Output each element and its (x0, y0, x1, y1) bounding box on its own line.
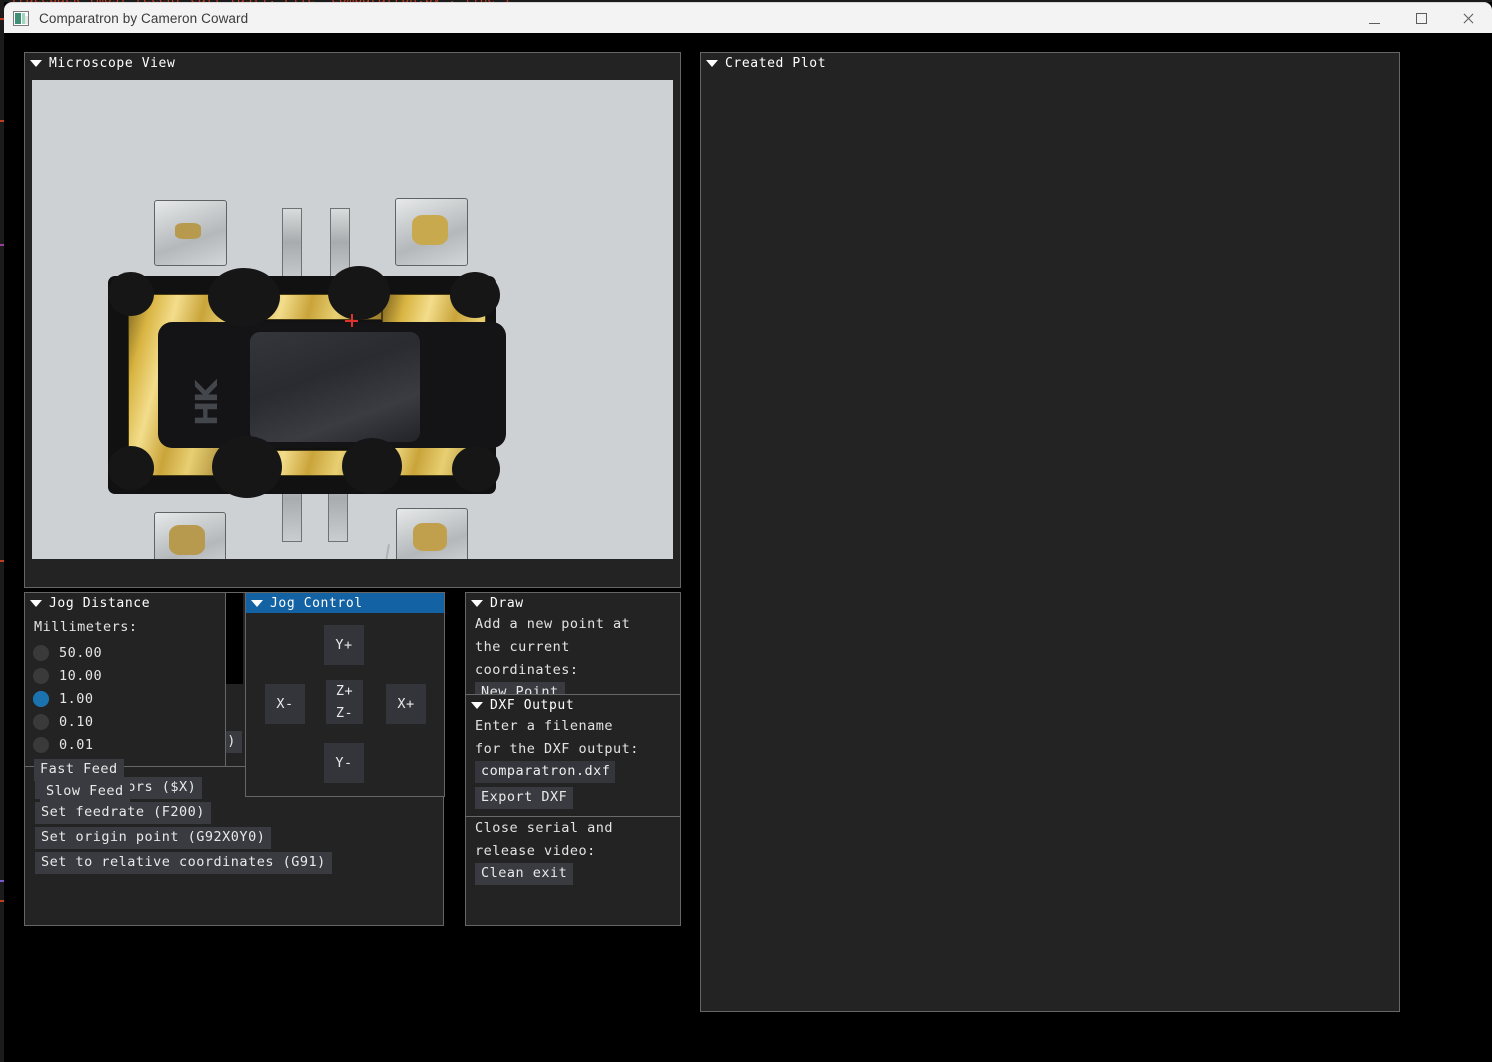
draw-title: Draw (490, 595, 524, 611)
dxf-output-body: Enter a filename for the DXF output: Exp… (466, 715, 680, 885)
jog-distance-header[interactable]: Jog Distance (25, 593, 225, 613)
maximize-button[interactable] (1398, 3, 1445, 34)
set-feedrate-button[interactable]: Set feedrate (F200) (35, 802, 211, 824)
millimeters-label: Millimeters: (34, 619, 138, 635)
application-window: Comparatron by Cameron Coward Microscope… (4, 2, 1492, 1062)
radio-icon (33, 644, 49, 661)
jog-x-plus-button[interactable]: X+ (386, 684, 426, 724)
jog-distance-panel: Jog Distance Millimeters: 50.00 10.00 1.… (24, 592, 226, 803)
jog-distance-option-label: 0.10 (59, 713, 94, 730)
draw-panel: Draw Add a new point at the current coor… (465, 592, 681, 704)
jog-control-body: Y+ X- X+ Y- Z+ Z- (246, 613, 444, 796)
created-plot-title: Created Plot (725, 55, 827, 71)
title-bar: Comparatron by Cameron Coward (4, 2, 1492, 33)
maximize-icon (1416, 12, 1427, 24)
application-body: Microscope View HK Created Plot Jog Dist… (4, 33, 1492, 1062)
window-controls (1351, 3, 1492, 34)
jog-z-minus-button[interactable]: Z- (326, 702, 363, 724)
radio-icon-selected (33, 690, 49, 707)
dxf-output-panel: DXF Output Enter a filename for the DXF … (465, 694, 681, 926)
close-icon (1463, 13, 1474, 24)
set-relative-coordinates-button[interactable]: Set to relative coordinates (G91) (35, 852, 332, 874)
jog-control-title: Jog Control (270, 595, 363, 611)
triangle-down-icon (706, 59, 718, 67)
triangle-down-icon (251, 599, 263, 607)
triangle-down-icon (30, 599, 42, 607)
jog-distance-option-0-10[interactable]: 0.10 (25, 710, 225, 733)
created-plot-canvas[interactable] (702, 74, 1398, 1010)
jog-distance-option-label: 10.00 (59, 667, 103, 684)
jog-distance-option-label: 50.00 (59, 644, 103, 661)
dxf-instruction-line-1: Enter a filename (475, 718, 614, 734)
jog-y-plus-button[interactable]: Y+ (324, 625, 364, 665)
jog-distance-option-10[interactable]: 10.00 (25, 664, 225, 687)
dxf-instruction-line-2: for the DXF output: (475, 741, 639, 757)
dxf-filename-input[interactable] (475, 761, 615, 783)
jog-distance-option-0-01[interactable]: 0.01 (25, 733, 225, 756)
jog-control-header[interactable]: Jog Control (246, 593, 444, 613)
draw-header[interactable]: Draw (466, 593, 680, 613)
radio-icon (33, 713, 49, 730)
triangle-down-icon (471, 599, 483, 607)
draw-body: Add a new point at the current coordinat… (466, 613, 680, 704)
jog-distance-option-1[interactable]: 1.00 (25, 687, 225, 710)
jog-y-minus-button[interactable]: Y- (324, 743, 364, 783)
slow-feed-button[interactable]: Slow Feed (40, 781, 130, 803)
clean-exit-line-1: Close serial and (475, 820, 614, 836)
microscope-view-title: Microscope View (49, 55, 176, 71)
jog-distance-option-50[interactable]: 50.00 (25, 641, 225, 664)
crosshair-marker (345, 314, 358, 327)
triangle-down-icon (471, 701, 483, 709)
jog-x-minus-button[interactable]: X- (265, 684, 305, 724)
radio-icon (33, 736, 49, 753)
set-origin-point-button[interactable]: Set origin point (G92X0Y0) (35, 827, 272, 849)
microscope-view-panel: Microscope View HK (24, 52, 681, 588)
export-dxf-button[interactable]: Export DXF (475, 787, 574, 809)
draw-instruction-line-2: the current coordinates: (475, 639, 579, 678)
dxf-output-title: DXF Output (490, 697, 575, 713)
jog-distance-option-label: 0.01 (59, 736, 94, 753)
clean-exit-button[interactable]: Clean exit (475, 863, 574, 885)
draw-instruction-line-1: Add a new point at (475, 616, 631, 632)
jog-z-plus-button[interactable]: Z+ (326, 680, 363, 702)
close-button[interactable] (1445, 3, 1492, 34)
created-plot-panel: Created Plot (700, 52, 1400, 1012)
minimize-icon (1369, 13, 1380, 24)
triangle-down-icon (30, 59, 42, 67)
microscope-live-image[interactable]: HK (32, 80, 673, 559)
microscope-view-header[interactable]: Microscope View (25, 53, 680, 73)
radio-icon (33, 667, 49, 684)
jog-distance-title: Jog Distance (49, 595, 151, 611)
jog-distance-body: Millimeters: 50.00 10.00 1.00 0.10 0.01 … (25, 613, 225, 803)
created-plot-header[interactable]: Created Plot (701, 53, 1399, 73)
jog-control-panel: Jog Control Y+ X- X+ Y- Z+ Z- (245, 592, 445, 797)
dxf-output-header[interactable]: DXF Output (466, 695, 680, 715)
clean-exit-line-2: release video: (475, 843, 596, 859)
app-window-icon (13, 10, 29, 26)
fast-feed-button[interactable]: Fast Feed (34, 759, 124, 781)
minimize-button[interactable] (1351, 3, 1398, 34)
window-title: Comparatron by Cameron Coward (39, 10, 249, 26)
jog-distance-option-label: 1.00 (59, 690, 94, 707)
